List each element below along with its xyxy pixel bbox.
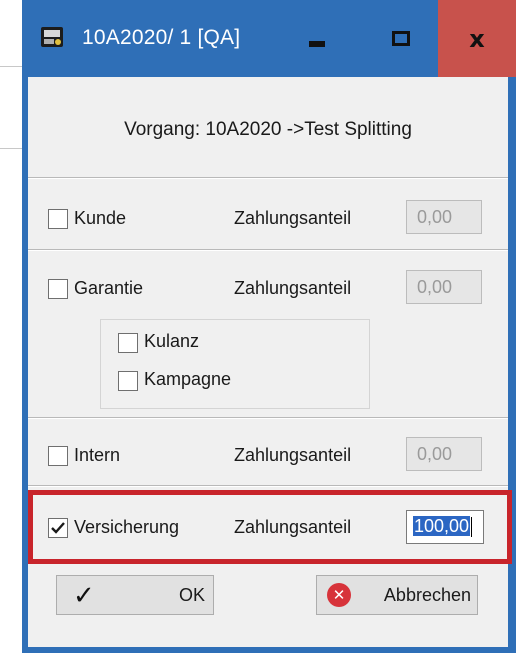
checkbox-kampagne[interactable] (118, 371, 138, 391)
app-icon (41, 27, 63, 47)
dialog-content: Vorgang: 10A2020 ->Test Splitting Kunde … (28, 77, 512, 647)
versicherung-highlight (28, 490, 512, 564)
amount-garantie[interactable]: 0,00 (406, 270, 482, 304)
row-kunde: Kunde Zahlungsanteil 0,00 (28, 199, 508, 239)
zahlungsanteil-label: Zahlungsanteil (234, 208, 352, 228)
amount-intern[interactable]: 0,00 (406, 437, 482, 471)
row-intern: Intern Zahlungsanteil 0,00 (28, 433, 508, 473)
separator (28, 178, 508, 179)
cancel-icon: ✕ (327, 583, 351, 607)
maximize-button[interactable] (362, 0, 440, 77)
checkbox-kulanz[interactable] (118, 333, 138, 353)
title-bar[interactable]: 10A2020/ 1 [QA] x (22, 0, 516, 77)
separator (28, 250, 508, 251)
checkbox-intern[interactable] (48, 446, 68, 466)
label-kampagne: Kampagne (144, 369, 232, 389)
checkbox-garantie[interactable] (48, 279, 68, 299)
separator (28, 418, 508, 419)
label-intern: Intern (74, 445, 121, 465)
label-kulanz: Kulanz (144, 331, 200, 351)
background-line (0, 148, 22, 149)
checkmark-icon: ✓ (73, 581, 95, 611)
cancel-label: Abbrechen (383, 585, 471, 605)
amount-kunde[interactable]: 0,00 (406, 200, 482, 234)
maximize-icon (392, 31, 410, 46)
garantie-group (100, 319, 370, 409)
vorgang-label: Vorgang: 10A2020 ->Test Splitting (124, 119, 412, 140)
checkbox-kunde[interactable] (48, 209, 68, 229)
zahlungsanteil-label: Zahlungsanteil (234, 445, 352, 465)
close-icon: x (469, 24, 485, 53)
label-kunde: Kunde (74, 208, 127, 228)
close-button[interactable]: x (438, 0, 516, 77)
zahlungsanteil-label: Zahlungsanteil (234, 278, 352, 298)
label-garantie: Garantie (74, 278, 144, 298)
minimize-icon (309, 40, 325, 47)
minimize-button[interactable] (278, 0, 356, 77)
separator (28, 486, 508, 487)
cancel-button[interactable]: ✕ Abbrechen (316, 575, 478, 615)
window-title: 10A2020/ 1 [QA] (82, 26, 241, 49)
background-line (0, 66, 22, 67)
dialog-window: 10A2020/ 1 [QA] x Vorgang: 10A2020 ->Tes… (22, 0, 516, 653)
ok-button[interactable]: ✓ OK (56, 575, 214, 615)
ok-label: OK (178, 585, 205, 605)
row-garantie: Garantie Zahlungsanteil 0,00 (28, 269, 508, 309)
